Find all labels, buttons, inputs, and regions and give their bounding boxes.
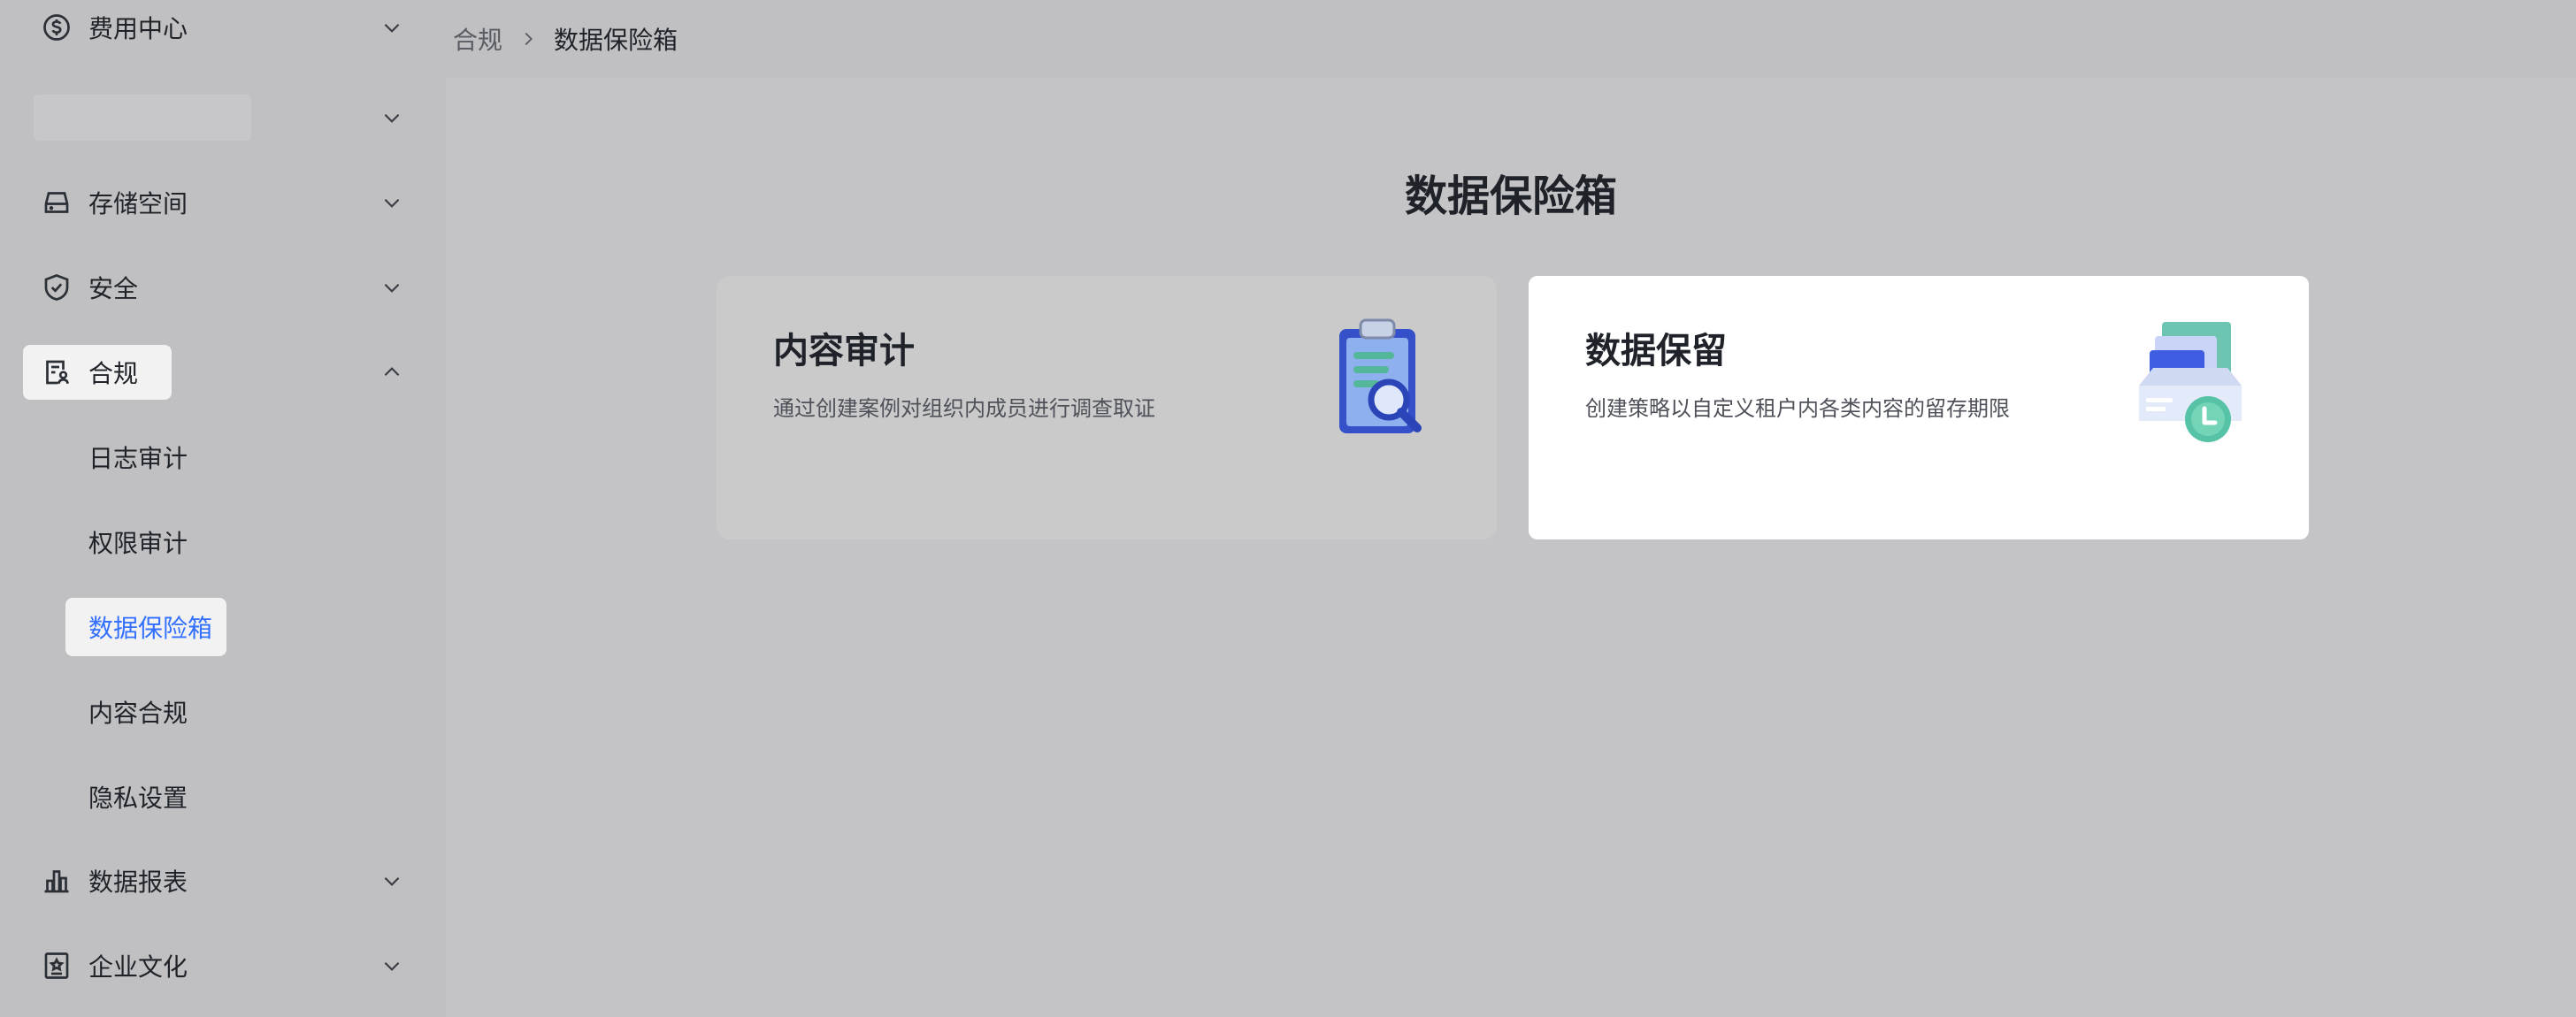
chevron-down-icon[interactable] [379, 274, 405, 301]
sidebar-subitem-privacy-settings[interactable]: 隐私设置 [0, 761, 446, 832]
bar-chart-icon [39, 863, 74, 898]
sidebar-subitem-data-vault[interactable]: 数据保险箱 [0, 592, 446, 662]
breadcrumb-parent-link[interactable]: 合规 [453, 21, 502, 57]
card-data-retention[interactable]: 数据保留 创建策略以自定义租户内各类内容的留存期限 [1529, 276, 2309, 539]
sidebar-subitem-label: 内容合规 [88, 699, 188, 728]
culture-frame-icon [39, 948, 74, 983]
sidebar-subitem-label: 隐私设置 [88, 784, 188, 813]
sidebar-subitem-log-audit[interactable]: 日志审计 [0, 422, 446, 493]
card-title: 数据保留 [1585, 331, 1727, 371]
breadcrumb: 合规 数据保险箱 [453, 19, 678, 58]
sidebar-item-label: 企业文化 [88, 952, 188, 982]
sidebar-subitem-content-compliance[interactable]: 内容合规 [0, 677, 446, 747]
sidebar-item-reports[interactable]: 数据报表 [0, 843, 446, 919]
placeholder-skeleton [34, 95, 251, 141]
card-description: 通过创建案例对组织内成员进行调查取证 [773, 396, 1155, 421]
page-title: 数据保险箱 [1404, 172, 1617, 221]
clipboard-magnifier-icon [1339, 318, 1422, 433]
app-window: 费用中心 存储空间 安全 合规 日志审计 权限审计 数据保险箱 内容合规 隐私设… [0, 0, 2576, 1017]
chevron-down-icon[interactable] [379, 14, 405, 41]
chevron-down-icon[interactable] [379, 868, 405, 894]
chevron-down-icon[interactable] [379, 104, 405, 131]
sidebar-item-label: 安全 [88, 274, 139, 303]
sidebar-item-placeholder[interactable] [0, 80, 446, 156]
breadcrumb-current: 数据保险箱 [554, 26, 678, 55]
sidebar-subitem-permission-audit[interactable]: 权限审计 [0, 507, 446, 577]
sidebar-item-label: 合规 [88, 359, 139, 388]
top-bar [446, 0, 2576, 78]
card-content-audit[interactable]: 内容审计 通过创建案例对组织内成员进行调查取证 [717, 276, 1497, 539]
storage-icon [39, 185, 74, 220]
sidebar-item-storage[interactable]: 存储空间 [0, 164, 446, 241]
compliance-doc-icon [39, 355, 74, 390]
sidebar-item-label: 费用中心 [88, 14, 188, 43]
chevron-up-icon[interactable] [379, 359, 405, 386]
shield-icon [39, 270, 74, 305]
card-description: 创建策略以自定义租户内各类内容的留存期限 [1585, 396, 2010, 421]
card-title: 内容审计 [773, 331, 915, 371]
chevron-down-icon[interactable] [379, 189, 405, 216]
sidebar-item-culture[interactable]: 企业文化 [0, 928, 446, 1004]
sidebar-subitem-label: 数据保险箱 [88, 614, 213, 643]
sidebar-item-security[interactable]: 安全 [0, 249, 446, 325]
sidebar-item-compliance[interactable]: 合规 [0, 334, 446, 410]
archive-clock-icon [2139, 322, 2242, 442]
chevron-right-icon [518, 29, 538, 49]
sidebar: 费用中心 存储空间 安全 合规 日志审计 权限审计 数据保险箱 内容合规 隐私设… [0, 0, 446, 1017]
sidebar-item-label: 数据报表 [88, 868, 188, 897]
sidebar-item-billing[interactable]: 费用中心 [0, 0, 446, 65]
dollar-circle-icon [39, 10, 74, 45]
sidebar-item-label: 存储空间 [88, 189, 188, 218]
chevron-down-icon[interactable] [379, 952, 405, 979]
sidebar-subitem-label: 日志审计 [88, 444, 188, 473]
sidebar-subitem-label: 权限审计 [88, 529, 188, 558]
